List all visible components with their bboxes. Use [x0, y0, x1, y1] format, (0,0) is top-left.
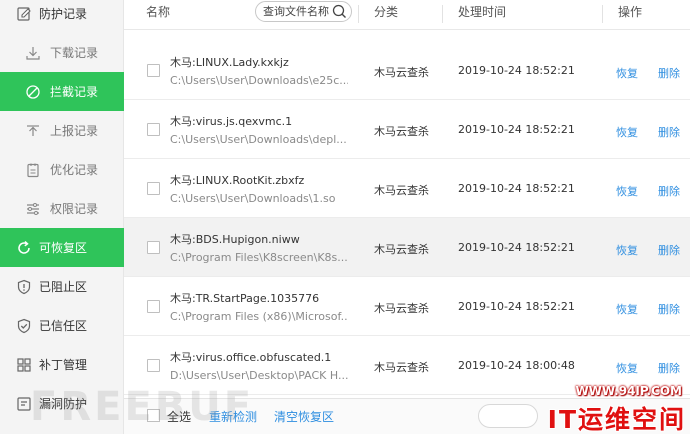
sidebar-item-label: 权限记录: [50, 202, 99, 216]
threat-name: 木马:TR.StartPage.1035776: [170, 292, 320, 305]
search-input[interactable]: [263, 4, 333, 19]
sidebar-item-label: 优化记录: [50, 163, 99, 177]
sidebar-item-label: 拦截记录: [50, 85, 99, 99]
threat-name: 木马:virus.js.qexvmc.1: [170, 115, 293, 128]
table-row[interactable]: 木马:LINUX.RootKit.zbxfz C:\Users\User\Dow…: [124, 159, 690, 218]
process-time: 2019-10-24 18:52:21: [458, 64, 575, 77]
column-divider: [602, 5, 603, 23]
sidebar-item-permission-records[interactable]: 权限记录: [0, 189, 124, 228]
sidebar-item-label: 可恢复区: [39, 241, 88, 255]
threat-name: 木马:LINUX.Lady.kxkjz: [170, 56, 289, 69]
table-row[interactable]: 木马:virus.js.qexvmc.1 C:\Users\User\Downl…: [124, 100, 690, 159]
process-time: 2019-10-24 18:52:21: [458, 123, 575, 136]
row-checkbox[interactable]: [147, 300, 160, 313]
restore-link[interactable]: 恢复: [616, 242, 638, 258]
category: 木马云查杀: [374, 125, 429, 138]
sidebar-item-intercept-records[interactable]: 拦截记录: [0, 72, 124, 111]
file-path: C:\Users\User\Downloads\1.so: [170, 192, 336, 205]
patch-icon: [16, 357, 32, 373]
delete-link[interactable]: 删除: [658, 65, 680, 81]
table-row[interactable]: 木马:BDS.Hupigon.niww C:\Program Files\K8s…: [124, 218, 690, 277]
sidebar-item-trusted-zone[interactable]: 已信任区: [0, 306, 124, 345]
delete-link[interactable]: 删除: [658, 301, 680, 317]
column-header-action: 操作: [618, 5, 643, 19]
threat-name: 木马:LINUX.RootKit.zbxfz: [170, 174, 305, 187]
search-box[interactable]: [255, 1, 352, 22]
delete-link[interactable]: 删除: [658, 360, 680, 376]
threat-name: 木马:virus.office.obfuscated.1: [170, 351, 332, 364]
row-checkbox[interactable]: [147, 359, 160, 372]
sidebar-item-report-records[interactable]: 上报记录: [0, 111, 124, 150]
footer-action-button[interactable]: [478, 404, 538, 428]
row-checkbox[interactable]: [147, 123, 160, 136]
column-divider: [442, 5, 443, 23]
sidebar: 防护记录 下载记录 拦截记录 上报记录 优化记录 权限记录 可恢复区 已阻止区 …: [0, 0, 124, 434]
column-header-name[interactable]: 名称: [146, 0, 170, 30]
category: 木马云查杀: [374, 361, 429, 374]
site-watermark: WWW.94IP.COM IT运维空间: [542, 384, 690, 434]
restore-link[interactable]: 恢复: [616, 65, 638, 81]
file-path: C:\Users\User\Downloads\e25c...: [170, 74, 348, 87]
table-row[interactable]: 木马:TR.StartPage.1035776 C:\Program Files…: [124, 277, 690, 336]
delete-link[interactable]: 删除: [658, 124, 680, 140]
restore-icon: [16, 240, 32, 256]
file-path: C:\Users\User\Downloads\depl...: [170, 133, 347, 146]
sidebar-item-download-records[interactable]: 下载记录: [0, 33, 124, 72]
sidebar-item-optimize-records[interactable]: 优化记录: [0, 150, 124, 189]
row-checkbox[interactable]: [147, 182, 160, 195]
trusted-shield-icon: [16, 318, 32, 334]
file-path: C:\Program Files (x86)\Microsof...: [170, 310, 348, 323]
category: 木马云查杀: [374, 243, 429, 256]
file-path: D:\Users\User\Desktop\PACK H...: [170, 369, 348, 382]
restore-link[interactable]: 恢复: [616, 360, 638, 376]
process-time: 2019-10-24 18:00:48: [458, 359, 575, 372]
restore-link[interactable]: 恢复: [616, 124, 638, 140]
restore-link[interactable]: 恢复: [616, 183, 638, 199]
threat-name: 木马:BDS.Hupigon.niww: [170, 233, 300, 246]
sidebar-item-restorable-zone[interactable]: 可恢复区: [0, 228, 124, 267]
delete-link[interactable]: 删除: [658, 183, 680, 199]
upload-icon: [25, 123, 41, 139]
category: 木马云查杀: [374, 184, 429, 197]
sidebar-item-label: 下载记录: [50, 46, 99, 60]
category: 木马云查杀: [374, 66, 429, 79]
category: 木马云查杀: [374, 302, 429, 315]
download-icon: [25, 45, 41, 61]
process-time: 2019-10-24 18:52:21: [458, 182, 575, 195]
restore-link[interactable]: 恢复: [616, 301, 638, 317]
block-icon: [25, 84, 41, 100]
file-path: C:\Program Files\K8screen\K8s...: [170, 251, 348, 264]
sidebar-item-label: 已阻止区: [39, 280, 88, 294]
process-time: 2019-10-24 18:52:21: [458, 300, 575, 313]
sidebar-item-label: 上报记录: [50, 124, 99, 138]
sidebar-item-label: 补丁管理: [39, 358, 88, 372]
row-checkbox[interactable]: [147, 64, 160, 77]
clear-restore-zone-link[interactable]: 清空恢复区: [274, 408, 334, 425]
column-header-time[interactable]: 处理时间: [458, 0, 506, 30]
watermark-url: WWW.94IP.COM: [575, 384, 682, 398]
table-header: 名称 分类 处理时间 操作: [124, 0, 690, 30]
sidebar-item-label: 防护记录: [39, 7, 88, 21]
blocked-shield-icon: [16, 279, 32, 295]
sidebar-item-blocked-zone[interactable]: 已阻止区: [0, 267, 124, 306]
shield-record-icon: [16, 6, 32, 22]
freebuf-watermark: FREEBUF: [30, 384, 255, 430]
permission-icon: [25, 201, 41, 217]
column-header-category[interactable]: 分类: [374, 0, 398, 30]
table-row[interactable]: 木马:LINUX.Lady.kxkjz C:\Users\User\Downlo…: [124, 41, 690, 100]
watermark-brand: IT运维空间: [547, 405, 686, 434]
column-divider: [358, 5, 359, 23]
sidebar-item-patch-management[interactable]: 补丁管理: [0, 345, 124, 384]
sidebar-item-protection-records[interactable]: 防护记录: [0, 0, 124, 33]
process-time: 2019-10-24 18:52:21: [458, 241, 575, 254]
search-icon[interactable]: [332, 4, 347, 19]
sidebar-item-label: 已信任区: [39, 319, 88, 333]
optimize-icon: [25, 162, 41, 178]
delete-link[interactable]: 删除: [658, 242, 680, 258]
row-checkbox[interactable]: [147, 241, 160, 254]
